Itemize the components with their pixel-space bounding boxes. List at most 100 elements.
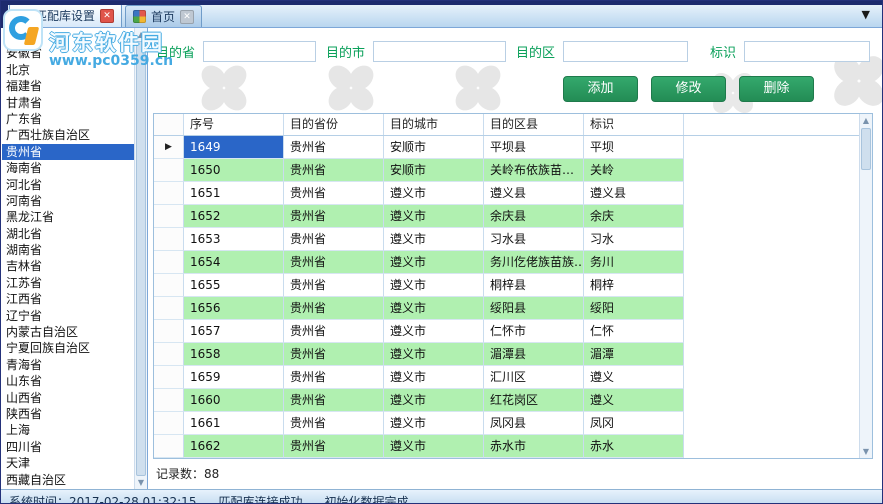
tab-close-icon[interactable]: ✕ (180, 9, 195, 24)
table-row[interactable]: 1653 贵州省 遵义市 习水县 习水 (154, 228, 859, 251)
sidebar-item[interactable]: 青海省 (2, 357, 134, 373)
tab-match-library-settings[interactable]: 匹配库设置 ✕ (9, 3, 123, 27)
sidebar-item[interactable]: 贵州省 (2, 143, 134, 161)
sidebar-item[interactable]: 西藏自治区 (2, 472, 134, 488)
table-row[interactable]: 1650 贵州省 安顺市 关岭布依族苗… 关岭 (154, 159, 859, 182)
table-cell: 遵义市 (384, 435, 484, 458)
tab-content: 安徽省 北京 福建省 甘肃省 广东省 广西壮族自治区 贵州省 海南省 河北省 河南省 黑龙江省 湖北省… (1, 28, 882, 489)
dest-province-group: 目的省 (156, 41, 317, 62)
add-button[interactable]: 添加 (563, 76, 638, 102)
sidebar-item[interactable] (2, 29, 134, 45)
row-indicator-cell (154, 320, 184, 343)
sidebar-item[interactable]: 四川省 (2, 439, 134, 455)
column-header[interactable]: 标识 (584, 114, 684, 135)
delete-button[interactable]: 删除 (739, 76, 814, 102)
scroll-up-icon[interactable]: ▲ (135, 28, 147, 41)
table-row[interactable]: 1660 贵州省 遵义市 红花岗区 遵义 (154, 389, 859, 412)
table-row[interactable]: 1652 贵州省 遵义市 余庆县 余庆 (154, 205, 859, 228)
table-row[interactable]: 1655 贵州省 遵义市 桐梓县 桐梓 (154, 274, 859, 297)
sidebar-item[interactable]: 上海 (2, 422, 134, 438)
sidebar-item[interactable]: 山西省 (2, 390, 134, 406)
tab-bar: 匹配库设置 ✕ 首页 ✕ ▼ (1, 1, 882, 28)
table-row[interactable]: 1654 贵州省 遵义市 务川仡佬族苗族… 务川 (154, 251, 859, 274)
grid-body: ▶ 1649 贵州省 安顺市 平坝县 平坝 1650 贵州省 安顺市 关岭布依族苗… 关岭 1651 贵… (154, 136, 859, 458)
status-item: 系统时间：2017-02-28 01:32:15 (9, 495, 197, 503)
sidebar-item[interactable]: 安徽省 (2, 45, 134, 61)
column-header[interactable]: 序号 (184, 114, 284, 135)
tab-page-icon (17, 9, 30, 22)
sidebar-item[interactable]: 山东省 (2, 373, 134, 389)
table-cell: 桐梓县 (484, 274, 584, 297)
sidebar-item[interactable]: 福建省 (2, 78, 134, 94)
sidebar-item[interactable]: 内蒙古自治区 (2, 324, 134, 340)
scroll-down-icon[interactable]: ▼ (860, 445, 872, 458)
table-row[interactable]: 1662 贵州省 遵义市 赤水市 赤水 (154, 435, 859, 458)
sidebar-item[interactable]: 天津 (2, 455, 134, 471)
sidebar-item[interactable]: 河北省 (2, 177, 134, 193)
table-cell: 绥阳 (584, 297, 684, 320)
table-cell: 贵州省 (284, 182, 384, 205)
province-sidebar: 安徽省 北京 福建省 甘肃省 广东省 广西壮族自治区 贵州省 海南省 河北省 河南省 黑龙江省 湖北省… (1, 28, 148, 489)
modify-button[interactable]: 修改 (651, 76, 726, 102)
province-list: 安徽省 北京 福建省 甘肃省 广东省 广西壮族自治区 贵州省 海南省 河北省 河南省 黑龙江省 湖北省… (2, 29, 134, 489)
table-row[interactable]: 1651 贵州省 遵义市 遵义县 遵义县 (154, 182, 859, 205)
table-cell: 务川仡佬族苗族… (484, 251, 584, 274)
table-cell: 余庆 (584, 205, 684, 228)
scroll-down-icon[interactable]: ▼ (135, 476, 147, 489)
scrollbar-thumb[interactable] (136, 41, 146, 476)
sidebar-item[interactable]: 海南省 (2, 160, 134, 176)
sidebar-item[interactable]: 黑龙江省 (2, 209, 134, 225)
row-indicator-cell (154, 228, 184, 251)
sidebar-item[interactable]: 广东省 (2, 111, 134, 127)
row-indicator-cell: ▶ (154, 136, 184, 159)
grid-viewport: 序号 目的省份 目的城市 目的区县 标识 ▶ 1649 贵州省 安顺市 平坝县 平坝 1650 贵州省… (154, 114, 859, 458)
sidebar-item[interactable]: 宁夏回族自治区 (2, 340, 134, 356)
table-row[interactable]: 1659 贵州省 遵义市 汇川区 遵义 (154, 366, 859, 389)
table-cell: 余庆县 (484, 205, 584, 228)
row-indicator-cell (154, 389, 184, 412)
tab-label: 首页 (151, 10, 176, 24)
dest-province-input[interactable] (203, 41, 317, 62)
grid-scrollbar[interactable]: ▲ ▼ (859, 114, 872, 458)
sidebar-item[interactable]: 湖北省 (2, 226, 134, 242)
tab-page-icon (133, 10, 147, 23)
row-indicator-cell (154, 297, 184, 320)
record-count: 记录数：88 (156, 467, 220, 481)
table-row[interactable]: 1656 贵州省 遵义市 绥阳县 绥阳 (154, 297, 859, 320)
sidebar-item[interactable]: 江苏省 (2, 275, 134, 291)
table-cell: 遵义市 (384, 297, 484, 320)
sidebar-item[interactable]: 陕西省 (2, 406, 134, 422)
dest-city-input[interactable] (373, 41, 507, 62)
column-header[interactable]: 目的城市 (384, 114, 484, 135)
sidebar-item[interactable]: 湖南省 (2, 242, 134, 258)
identifier-input[interactable] (744, 41, 871, 62)
table-row[interactable]: 1658 贵州省 遵义市 湄潭县 湄潭 (154, 343, 859, 366)
table-cell: 1649 (184, 136, 284, 159)
scrollbar-thumb[interactable] (861, 128, 871, 170)
sidebar-item[interactable]: 北京 (2, 62, 134, 78)
table-cell: 平坝 (584, 136, 684, 159)
dest-district-input[interactable] (563, 41, 689, 62)
table-cell: 遵义市 (384, 228, 484, 251)
sidebar-item[interactable]: 江西省 (2, 291, 134, 307)
table-row[interactable]: 1657 贵州省 遵义市 仁怀市 仁怀 (154, 320, 859, 343)
tab-home[interactable]: 首页 ✕ (125, 5, 203, 27)
sidebar-item[interactable]: 甘肃省 (2, 95, 134, 111)
sidebar-scrollbar[interactable]: ▲ ▼ (134, 28, 147, 489)
table-cell: 遵义市 (384, 389, 484, 412)
table-cell: 遵义市 (384, 205, 484, 228)
table-cell: 1655 (184, 274, 284, 297)
tab-close-icon[interactable]: ✕ (100, 8, 115, 23)
sidebar-item[interactable]: 吉林省 (2, 258, 134, 274)
dest-district-label: 目的区 (516, 46, 556, 61)
column-header[interactable]: 目的省份 (284, 114, 384, 135)
filter-form: 目的省 目的市 目的区 标识 (156, 41, 880, 62)
sidebar-item[interactable]: 河南省 (2, 193, 134, 209)
column-header[interactable]: 目的区县 (484, 114, 584, 135)
tab-list-dropdown-icon[interactable]: ▼ (862, 8, 870, 21)
sidebar-item[interactable]: 辽宁省 (2, 308, 134, 324)
scroll-up-icon[interactable]: ▲ (860, 114, 872, 127)
sidebar-item[interactable]: 广西壮族自治区 (2, 127, 134, 143)
table-row[interactable]: ▶ 1649 贵州省 安顺市 平坝县 平坝 (154, 136, 859, 159)
table-row[interactable]: 1661 贵州省 遵义市 凤冈县 凤冈 (154, 412, 859, 435)
